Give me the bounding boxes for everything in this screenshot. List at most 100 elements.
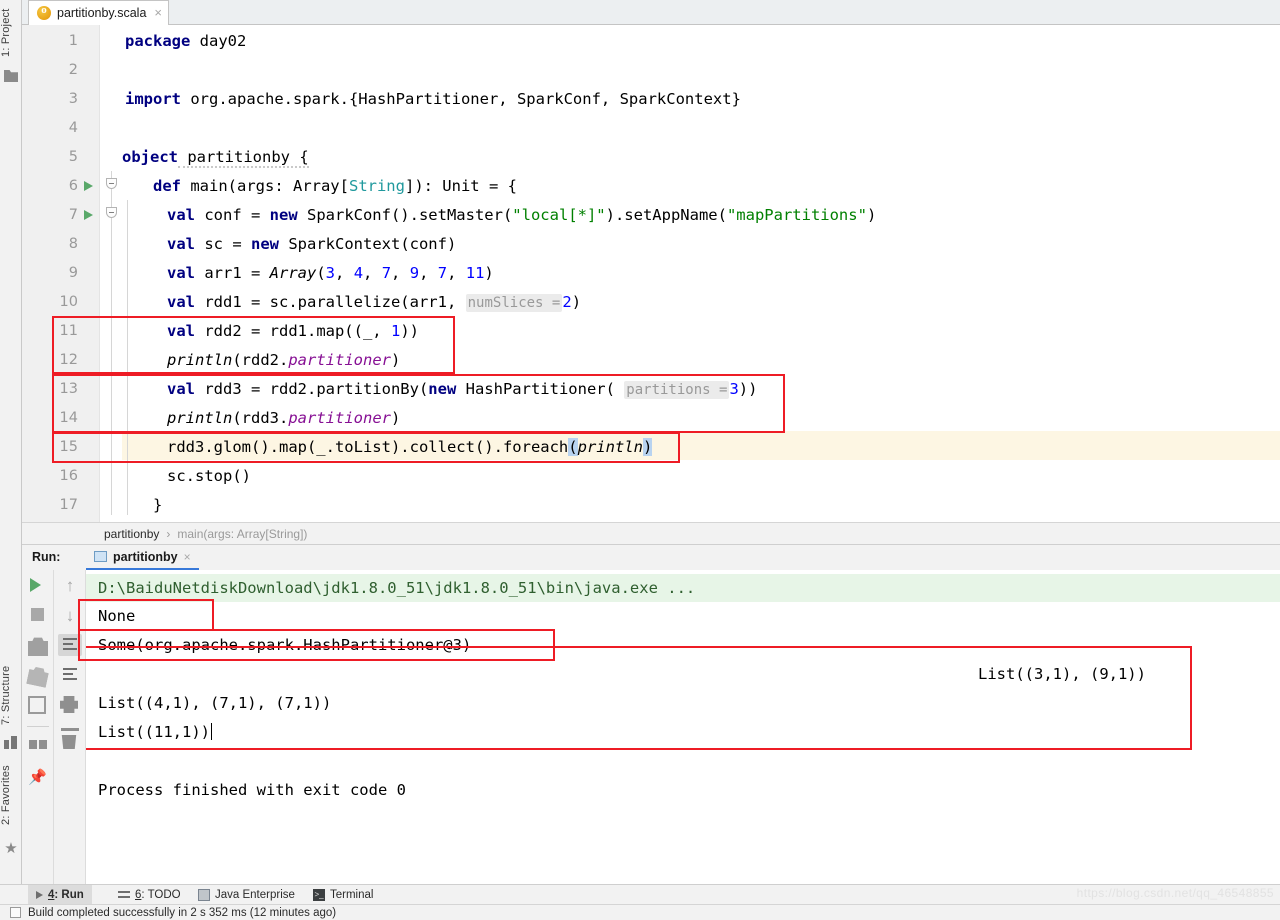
- structure-icon: [4, 736, 18, 750]
- camera-icon[interactable]: [28, 637, 48, 656]
- watermark: https://blog.csdn.net/qq_46548855: [1076, 886, 1274, 900]
- arrow-up-icon[interactable]: [60, 576, 80, 596]
- export-icon[interactable]: [28, 696, 46, 714]
- code-line-10-a: rdd1 = sc.parallelize(arr1,: [195, 293, 466, 311]
- sep: ,: [447, 264, 466, 282]
- sep: ,: [363, 264, 382, 282]
- close-icon[interactable]: ×: [184, 550, 191, 564]
- breadcrumb-root[interactable]: partitionby: [104, 527, 159, 541]
- build-icon: [10, 907, 21, 918]
- run-tab-partitionby[interactable]: partitionby ×: [86, 545, 199, 571]
- code-line-13-a: rdd3 = rdd2.partitionBy(: [195, 380, 429, 398]
- sidebar-tab-structure[interactable]: 7: Structure: [0, 656, 22, 734]
- breadcrumb-leaf[interactable]: main(args: Array[String]): [177, 527, 307, 541]
- code-line-14: println(rdd3.partitioner): [167, 404, 400, 433]
- run-main-icon[interactable]: [84, 210, 93, 220]
- sep: ,: [335, 264, 354, 282]
- sidebar-tab-favorites[interactable]: 2: Favorites: [0, 754, 22, 836]
- console-command: D:\BaiduNetdiskDownload\jdk1.8.0_51\jdk1…: [98, 579, 696, 597]
- line-number: 8: [68, 236, 78, 252]
- code-line-9: val arr1 = Array(3, 4, 7, 9, 7, 11): [167, 259, 494, 288]
- printer-icon[interactable]: [60, 696, 78, 713]
- code-line-6-a: main(args: Array[: [181, 177, 349, 195]
- code-line-9-c: ): [484, 264, 494, 282]
- number: 3: [729, 380, 739, 398]
- code-line-6-b: ]): Unit = {: [404, 177, 517, 195]
- arrow-down-icon[interactable]: [60, 606, 80, 626]
- class-array: Array: [269, 264, 317, 282]
- code-line-9-a: arr1 =: [195, 264, 270, 282]
- idea-window: 1: Project 7: Structure 2: Favorites ★ p…: [0, 0, 1280, 920]
- console-output-none: None: [98, 607, 136, 625]
- bottom-tab-java-enterprise-label: Java Enterprise: [215, 889, 295, 901]
- line-number: 7: [68, 207, 78, 223]
- keyword-val: val: [167, 235, 195, 253]
- keyword-import: import: [125, 90, 181, 108]
- breadcrumb: partitionby › main(args: Array[String]): [22, 522, 1280, 544]
- line-number: 12: [59, 352, 78, 368]
- bottom-tab-terminal[interactable]: >_ Terminal: [305, 885, 381, 905]
- sidebar-tab-project[interactable]: 1: Project: [0, 2, 22, 64]
- bottom-tab-terminal-label: Terminal: [330, 889, 374, 901]
- code-line-3-rest: org.apache.spark.{HashPartitioner, Spark…: [181, 90, 741, 108]
- fold-marker-method[interactable]: [106, 207, 117, 218]
- keyword-def: def: [153, 177, 181, 195]
- bottom-tab-run[interactable]: 4: Run: [28, 885, 92, 905]
- sep: ,: [419, 264, 438, 282]
- line-number: 17: [59, 497, 78, 513]
- folder-icon: [4, 69, 18, 82]
- layout-icon[interactable]: [28, 734, 48, 754]
- console-toolbar-left[interactable]: 📌: [22, 570, 54, 884]
- code-content[interactable]: package day02 import org.apache.spark.{H…: [122, 25, 1280, 522]
- run-config-icon: [94, 551, 107, 562]
- param-hint-numslices: numSlices =: [465, 294, 563, 312]
- code-line-13-b: HashPartitioner(: [456, 380, 625, 398]
- toolbar-divider: [27, 726, 49, 727]
- keyword-val: val: [167, 322, 195, 340]
- restore-icon[interactable]: [26, 664, 50, 688]
- file-tab-partitionby[interactable]: partitionby.scala ×: [28, 0, 169, 25]
- console-output-list-3: List((11,1)): [98, 718, 212, 746]
- bottom-tab-todo[interactable]: 6: TODO: [110, 885, 189, 905]
- console-toolbar-right[interactable]: [54, 570, 86, 884]
- line-number: 10: [59, 294, 78, 310]
- console-output-list-3-text: List((11,1)): [98, 723, 210, 741]
- line-number: 5: [68, 149, 78, 165]
- line-number: 6: [68, 178, 78, 194]
- code-line-5-rest: partitionby {: [178, 148, 309, 168]
- code-line-7-a: conf =: [195, 206, 270, 224]
- stop-button[interactable]: [31, 608, 44, 621]
- run-tab-label: partitionby: [113, 549, 178, 564]
- play-icon: [36, 891, 43, 899]
- keyword-new: new: [269, 206, 298, 224]
- trash-icon[interactable]: [61, 735, 77, 749]
- code-line-8-b: SparkContext(conf): [279, 235, 457, 253]
- fold-guide-object: [111, 171, 112, 515]
- run-object-icon[interactable]: [84, 181, 93, 191]
- code-line-6: def main(args: Array[String]): Unit = {: [153, 172, 517, 201]
- run-label: Run:: [32, 550, 61, 564]
- console-output-some: Some(org.apache.spark.HashPartitioner@3): [98, 636, 472, 654]
- terminal-icon: >_: [313, 889, 325, 901]
- star-icon: ★: [4, 840, 18, 857]
- keyword-new: new: [251, 235, 279, 253]
- string-appname: "mapPartitions": [726, 206, 867, 224]
- code-line-11-a: rdd2 = rdd1.map((_,: [195, 322, 391, 340]
- rerun-button[interactable]: [30, 578, 41, 592]
- pin-icon[interactable]: 📌: [28, 768, 48, 788]
- bottom-tab-java-enterprise[interactable]: Java Enterprise: [190, 885, 303, 905]
- number: 11: [465, 264, 485, 282]
- code-line-8: val sc = new SparkContext(conf): [167, 230, 456, 259]
- bottom-tab-todo-label: 6: TODO: [135, 889, 181, 901]
- code-line-10: val rdd1 = sc.parallelize(arr1, numSlice…: [167, 288, 581, 317]
- code-line-7-c: ).setAppName(: [605, 206, 727, 224]
- line-number: 13: [59, 381, 78, 397]
- trash-lid-icon: [61, 728, 79, 731]
- close-icon[interactable]: ×: [152, 6, 162, 19]
- scroll-end-icon[interactable]: [63, 668, 77, 683]
- number: 7: [381, 264, 392, 282]
- fold-marker-object[interactable]: [106, 178, 117, 189]
- code-editor[interactable]: 1 2 3 4 5 6 7 8 9 10 11 12 13 14 15 16 1…: [22, 25, 1280, 522]
- run-console[interactable]: D:\BaiduNetdiskDownload\jdk1.8.0_51\jdk1…: [86, 570, 1280, 884]
- chevron-right-icon: ›: [166, 526, 171, 541]
